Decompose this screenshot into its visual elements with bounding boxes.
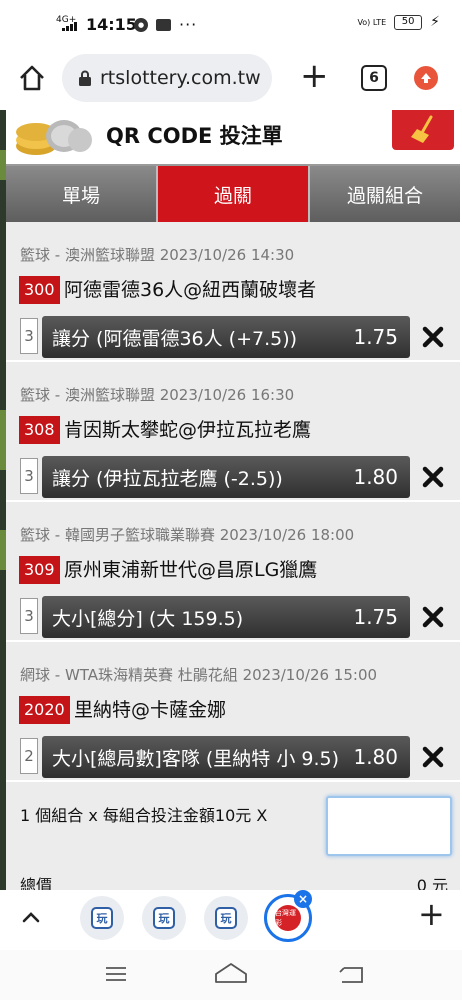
bet-item: 籃球 - 韓國男子籃球職業聯賽 2023/10/26 18:00 309 原州東… [6, 502, 460, 642]
signal-icon [62, 22, 77, 31]
tab-parlay[interactable]: 過關 [158, 166, 310, 222]
bet-item: 網球 - WTA珠海精英賽 杜鵑花組 2023/10/26 15:00 2020… [6, 642, 460, 782]
mail-icon [156, 18, 171, 31]
app-tab-icon: 玩 [153, 907, 175, 929]
total-label: 總價 [20, 876, 53, 890]
tab-strip: 玩 玩 玩 台灣運彩 × + [0, 890, 462, 950]
remove-icon[interactable] [422, 466, 444, 488]
bet-pick-label: 讓分 (伊拉瓦拉老鷹 (-2.5)) [52, 467, 283, 490]
tab-single[interactable]: 單場 [6, 166, 158, 222]
match-name: 里納特@卡薩金娜 [74, 699, 227, 721]
bet-pick-label: 讓分 (阿德雷德36人 (+7.5)) [52, 327, 298, 350]
match-name: 肯因斯太攀蛇@伊拉瓦拉老鷹 [64, 419, 312, 441]
match-code: 308 [19, 416, 60, 444]
url-text: rtslottery.com.tw [100, 67, 261, 89]
add-tab-button[interactable]: + [418, 896, 445, 932]
status-time: 14:15 [86, 15, 137, 34]
app-tab-icon: 玩 [91, 907, 113, 929]
back-icon[interactable] [338, 964, 364, 984]
recent-apps-icon[interactable] [105, 966, 127, 982]
home-icon[interactable] [18, 64, 46, 92]
match-name: 原州東浦新世代@昌原LG獵鷹 [64, 559, 318, 581]
bet-number: 3 [20, 458, 38, 494]
bet-meta: 網球 - WTA珠海精英賽 杜鵑花組 2023/10/26 15:00 [20, 666, 378, 684]
bet-odds: 1.75 [353, 325, 398, 349]
page-title: QR CODE 投注單 [106, 124, 283, 148]
new-tab-button[interactable]: + [300, 58, 329, 94]
bet-odds: 1.80 [353, 465, 398, 489]
bet-pick-label: 大小[總局數]客隊 (里納特 小 9.5) [52, 747, 339, 770]
update-icon[interactable] [414, 66, 438, 90]
bet-meta: 籃球 - 澳洲籃球聯盟 2023/10/26 14:30 [20, 246, 295, 264]
browser-toolbar: rtslottery.com.tw + 6 [0, 48, 462, 110]
bet-number: 3 [20, 598, 38, 634]
bet-odds: 1.80 [353, 745, 398, 769]
clear-button[interactable] [392, 110, 454, 150]
bet-odds: 1.75 [353, 605, 398, 629]
remove-icon[interactable] [422, 606, 444, 628]
close-tab-icon[interactable]: × [294, 890, 312, 908]
volte-icon: Vo) LTE [357, 17, 387, 27]
tab-thumbnail[interactable]: 玩 [80, 896, 124, 940]
bet-selection[interactable]: 大小[總局數]客隊 (里納特 小 9.5) 1.80 [42, 736, 410, 778]
charging-icon: ⚡ [430, 14, 440, 30]
bet-amount-input[interactable] [326, 796, 452, 856]
bet-item: 籃球 - 澳洲籃球聯盟 2023/10/26 16:30 308 肯因斯太攀蛇@… [6, 362, 460, 502]
lock-icon [79, 70, 91, 86]
combo-summary: 1 個組合 x 每組合投注金額10元 X [20, 806, 268, 825]
remove-icon[interactable] [422, 326, 444, 348]
notification-app-icon: ● [134, 17, 148, 32]
remove-icon[interactable] [422, 746, 444, 768]
battery-icon: 50 [394, 14, 423, 30]
system-nav-bar [0, 950, 462, 1000]
bet-selection[interactable]: 大小[總分] (大 159.5) 1.75 [42, 596, 410, 638]
bet-number: 2 [20, 738, 38, 774]
match-code: 300 [19, 276, 60, 304]
home-nav-icon[interactable] [214, 962, 248, 984]
app-tab-icon: 玩 [215, 907, 237, 929]
match-name: 阿德雷德36人@紐西蘭破壞者 [64, 279, 317, 301]
more-notifications-icon: ··· [179, 15, 198, 34]
web-page: QR CODE 投注單 單場 過關 過關組合 籃球 - 澳洲籃球聯盟 2023/… [0, 110, 462, 890]
chevron-up-icon[interactable] [20, 906, 42, 928]
sports-lottery-icon: 台灣運彩 [275, 905, 301, 931]
bet-list: 籃球 - 澳洲籃球聯盟 2023/10/26 14:30 300 阿德雷德36人… [6, 222, 460, 782]
broom-icon [411, 115, 433, 143]
bet-meta: 籃球 - 澳洲籃球聯盟 2023/10/26 16:30 [20, 386, 295, 404]
address-bar[interactable]: rtslottery.com.tw [62, 54, 272, 102]
page-header: QR CODE 投注單 [6, 110, 462, 160]
tab-thumbnail[interactable]: 玩 [142, 896, 186, 940]
bet-selection[interactable]: 讓分 (阿德雷德36人 (+7.5)) 1.75 [42, 316, 410, 358]
total-value: 0 元 [416, 876, 448, 890]
tab-switcher-button[interactable]: 6 [361, 65, 387, 91]
bet-meta: 籃球 - 韓國男子籃球職業聯賽 2023/10/26 18:00 [20, 526, 355, 544]
coins-icon [16, 120, 92, 155]
bet-item: 籃球 - 澳洲籃球聯盟 2023/10/26 14:30 300 阿德雷德36人… [6, 222, 460, 362]
tab-parlay-combo[interactable]: 過關組合 [310, 166, 460, 222]
bet-type-tabs: 單場 過關 過關組合 [6, 164, 460, 222]
tab-thumbnail[interactable]: 玩 [204, 896, 248, 940]
match-code: 2020 [19, 696, 70, 724]
bet-pick-label: 大小[總分] (大 159.5) [52, 607, 244, 630]
bet-selection[interactable]: 讓分 (伊拉瓦拉老鷹 (-2.5)) 1.80 [42, 456, 410, 498]
match-code: 309 [19, 556, 60, 584]
bet-summary: 1 個組合 x 每組合投注金額10元 X 總價 0 元 [6, 782, 460, 890]
bet-number: 3 [20, 318, 38, 354]
status-bar: 4G+ 14:15 ● ··· Vo) LTE 50 ⚡ [0, 0, 462, 48]
